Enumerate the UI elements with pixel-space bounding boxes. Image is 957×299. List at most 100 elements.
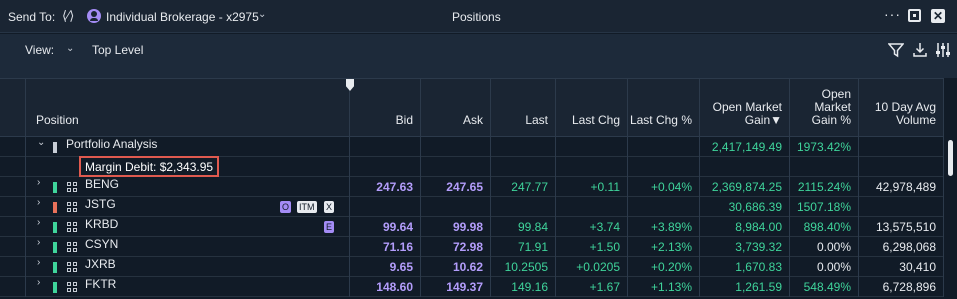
- expand-chevron-icon[interactable]: ›: [37, 217, 40, 228]
- open-gain-pct-cell: 0.00%: [790, 257, 859, 277]
- title-bar: Send To: ⟨⁄⟩ Individual Brokerage - x297…: [0, 0, 957, 33]
- last-chg-pct-cell: +1.13%: [628, 277, 700, 297]
- badge-e: E: [324, 221, 335, 233]
- empty-cell: [350, 157, 421, 177]
- col-bid[interactable]: Bid: [350, 79, 421, 137]
- chevron-down-icon[interactable]: ⌄: [258, 9, 266, 20]
- last-chg-cell: +1.67: [556, 277, 628, 297]
- grid-icon[interactable]: [67, 182, 78, 193]
- row-select-cell: [0, 157, 26, 177]
- expand-chevron-icon[interactable]: ›: [37, 197, 40, 208]
- volume-cell: [859, 137, 944, 157]
- symbol[interactable]: BENG: [85, 177, 119, 191]
- grid-icon[interactable]: [67, 202, 78, 213]
- last-cell: 149.16: [491, 277, 556, 297]
- position-indicator-bar: [53, 262, 57, 273]
- last-cell: [491, 197, 556, 217]
- popout-icon[interactable]: [908, 9, 921, 22]
- row-select-cell[interactable]: [0, 217, 26, 237]
- empty-cell: [700, 157, 790, 177]
- col-last-chg[interactable]: Last Chg: [556, 79, 628, 137]
- view-toolbar: View: ⌄ Top Level: [0, 34, 957, 78]
- open-gain-cell: 30,686.39: [700, 197, 790, 217]
- scrollbar-thumb[interactable]: [948, 140, 953, 176]
- last-cell: 10.2505: [491, 257, 556, 277]
- table-row[interactable]: › JXRB 9.65 10.62 10.2505 +0.0205 +0.20% 1,670.…: [0, 257, 944, 277]
- symbol[interactable]: FKTR: [85, 277, 116, 291]
- row-select-cell[interactable]: [0, 197, 26, 217]
- select-column-header[interactable]: [0, 79, 26, 137]
- open-gain-pct-cell: 0.00%: [790, 237, 859, 257]
- account-icon[interactable]: [87, 9, 101, 23]
- table-row[interactable]: › KRBD E 99.64 99.98 99.84 +3.74 +3.89% 8,984.00…: [0, 217, 944, 237]
- row-select-cell[interactable]: [0, 137, 26, 157]
- expand-chevron-icon[interactable]: ›: [37, 237, 40, 248]
- more-options-icon[interactable]: ···: [884, 6, 901, 22]
- expand-chevron-icon[interactable]: ›: [37, 257, 40, 268]
- last-chg-cell: +3.74: [556, 217, 628, 237]
- grid-icon[interactable]: [67, 282, 78, 293]
- expand-chevron-icon[interactable]: ›: [37, 177, 40, 188]
- ask-cell: 149.37: [421, 277, 491, 297]
- vertical-scrollbar[interactable]: [944, 78, 957, 299]
- collapse-chevron-icon[interactable]: ⌄: [37, 137, 45, 148]
- col-last-chg-pct[interactable]: Last Chg %: [628, 79, 700, 137]
- download-icon[interactable]: [912, 42, 928, 58]
- row-select-cell[interactable]: [0, 257, 26, 277]
- col-position[interactable]: Position: [26, 79, 350, 137]
- row-select-cell[interactable]: [0, 277, 26, 297]
- position-indicator-bar: [53, 282, 57, 293]
- col-10-day-avg-volume[interactable]: 10 Day Avg Volume: [859, 79, 944, 137]
- last-chg-cell: +0.0205: [556, 257, 628, 277]
- column-settings-icon[interactable]: [935, 42, 951, 58]
- last-chg-pct-cell: +3.89%: [628, 217, 700, 237]
- open-gain-pct-cell: 1973.42%: [790, 137, 859, 157]
- symbol[interactable]: JXRB: [85, 257, 116, 271]
- col-open-market-gain[interactable]: Open Market Gain▼: [700, 79, 790, 137]
- table-row[interactable]: › CSYN 71.16 72.98 71.91 +1.50 +2.13% 3,739.32 0…: [0, 237, 944, 257]
- empty-cell: [859, 157, 944, 177]
- symbol[interactable]: KRBD: [85, 217, 118, 231]
- grid-icon[interactable]: [67, 222, 78, 233]
- expand-chevron-icon[interactable]: ›: [37, 277, 40, 288]
- view-level-select[interactable]: Top Level: [92, 43, 143, 57]
- table-row[interactable]: › JSTG O ITM X 30,686.39 1507.18%: [0, 197, 944, 217]
- col-ask[interactable]: Ask: [421, 79, 491, 137]
- last-cell: [491, 137, 556, 157]
- ask-cell: 99.98: [421, 217, 491, 237]
- view-chevron-icon[interactable]: ⌄: [66, 43, 74, 54]
- empty-cell: [790, 157, 859, 177]
- table-row[interactable]: › FKTR 148.60 149.37 149.16 +1.67 +1.13% 1,261.…: [0, 277, 944, 297]
- row-select-cell[interactable]: [0, 237, 26, 257]
- open-gain-cell: 8,984.00: [700, 217, 790, 237]
- volume-cell: 6,728,896: [859, 277, 944, 297]
- grid-icon[interactable]: [67, 242, 78, 253]
- last-chg-pct-cell: +0.20%: [628, 257, 700, 277]
- table-row[interactable]: › BENG 247.63 247.65 247.77 +0.11 +0.04% 2,369,…: [0, 177, 944, 197]
- open-gain-cell: 1,261.59: [700, 277, 790, 297]
- open-gain-pct-cell: 898.40%: [790, 217, 859, 237]
- ask-cell: [421, 137, 491, 157]
- symbol[interactable]: JSTG: [85, 197, 116, 211]
- group-row[interactable]: ⌄ Portfolio Analysis 2,417,149.49 1973.4…: [0, 137, 944, 157]
- row-select-cell[interactable]: [0, 177, 26, 197]
- col-last[interactable]: Last: [491, 79, 556, 137]
- last-cell: 247.77: [491, 177, 556, 197]
- open-gain-cell: 3,739.32: [700, 237, 790, 257]
- empty-cell: [556, 157, 628, 177]
- grid-header: Position Bid Ask Last Last Chg Last Chg …: [0, 79, 944, 137]
- last-cell: 71.91: [491, 237, 556, 257]
- badge-x: X: [324, 201, 335, 213]
- col-open-market-gain-pct[interactable]: Open Market Gain %: [790, 79, 859, 137]
- symbol[interactable]: CSYN: [85, 237, 118, 251]
- volume-cell: 30,410: [859, 257, 944, 277]
- account-selector[interactable]: Individual Brokerage - x2975: [106, 10, 259, 24]
- link-icon[interactable]: ⟨⁄⟩: [62, 8, 74, 24]
- filter-icon[interactable]: [888, 42, 904, 58]
- last-cell: 99.84: [491, 217, 556, 237]
- grid-icon[interactable]: [67, 262, 78, 273]
- volume-cell: 42,978,489: [859, 177, 944, 197]
- last-chg-pct-cell: [628, 137, 700, 157]
- bid-cell: [350, 137, 421, 157]
- close-icon[interactable]: ✕: [931, 9, 945, 23]
